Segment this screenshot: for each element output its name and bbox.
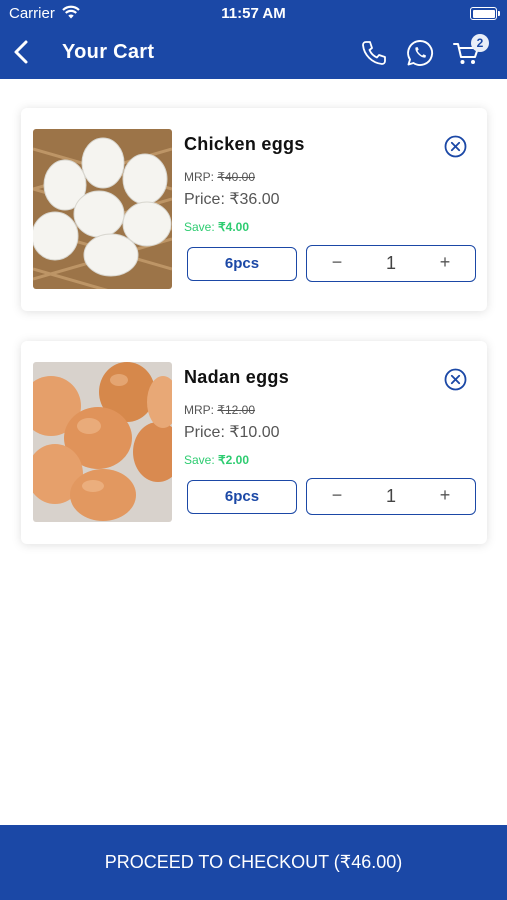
save-label: Save: xyxy=(184,220,215,234)
save-text: Save: ₹4.00 xyxy=(184,220,249,234)
back-arrow-icon[interactable] xyxy=(8,37,34,67)
price-text: Price: ₹36.00 xyxy=(184,191,280,208)
status-time: 11:57 AM xyxy=(221,5,286,22)
save-text: Save: ₹2.00 xyxy=(184,453,249,467)
save-label: Save: xyxy=(184,453,215,467)
quantity-value: 1 xyxy=(385,486,396,506)
cart-item-card: Nadan eggs MRP: ₹12.00 Price: ₹10.00 Sav… xyxy=(21,341,487,544)
cart-count-badge: 2 xyxy=(471,34,489,52)
status-bar: Carrier 11:57 AM xyxy=(0,0,507,28)
unit-select-button[interactable]: 6pcs xyxy=(187,480,297,514)
mrp-value: ₹12.00 xyxy=(217,403,256,417)
cart-item-card: Chicken eggs MRP: ₹40.00 Price: ₹36.00 S… xyxy=(21,108,487,311)
page-title: Your Cart xyxy=(62,41,155,63)
battery-icon xyxy=(470,7,500,20)
phone-icon[interactable] xyxy=(359,38,389,68)
increase-quantity-button[interactable]: + xyxy=(425,479,465,513)
increase-quantity-button[interactable]: + xyxy=(425,246,465,280)
mrp-text: MRP: ₹40.00 xyxy=(184,170,255,184)
quantity-stepper: − 1 + xyxy=(306,245,476,282)
remove-item-icon[interactable] xyxy=(444,368,467,391)
decrease-quantity-button[interactable]: − xyxy=(317,479,357,513)
remove-item-icon[interactable] xyxy=(444,135,467,158)
unit-select-button[interactable]: 6pcs xyxy=(187,247,297,281)
product-name: Chicken eggs xyxy=(184,134,305,154)
save-value: ₹4.00 xyxy=(218,220,250,234)
app-header: Carrier 11:57 AM Your Cart 2 xyxy=(0,0,507,79)
cart-button[interactable]: 2 xyxy=(452,34,492,68)
mrp-label: MRP: xyxy=(184,403,214,417)
mrp-text: MRP: ₹12.00 xyxy=(184,403,255,417)
mrp-label: MRP: xyxy=(184,170,214,184)
save-value: ₹2.00 xyxy=(218,453,250,467)
mrp-value: ₹40.00 xyxy=(217,170,256,184)
proceed-to-checkout-button[interactable]: PROCEED TO CHECKOUT (₹46.00) xyxy=(0,825,507,900)
quantity-value: 1 xyxy=(385,253,396,273)
product-name: Nadan eggs xyxy=(184,367,290,387)
quantity-stepper: − 1 + xyxy=(306,478,476,515)
whatsapp-icon[interactable] xyxy=(405,38,435,68)
decrease-quantity-button[interactable]: − xyxy=(317,246,357,280)
navigation-bar: Your Cart 2 xyxy=(0,28,507,79)
product-image-chicken-eggs xyxy=(33,129,172,289)
product-image-nadan-eggs xyxy=(33,362,172,522)
price-text: Price: ₹10.00 xyxy=(184,424,280,441)
